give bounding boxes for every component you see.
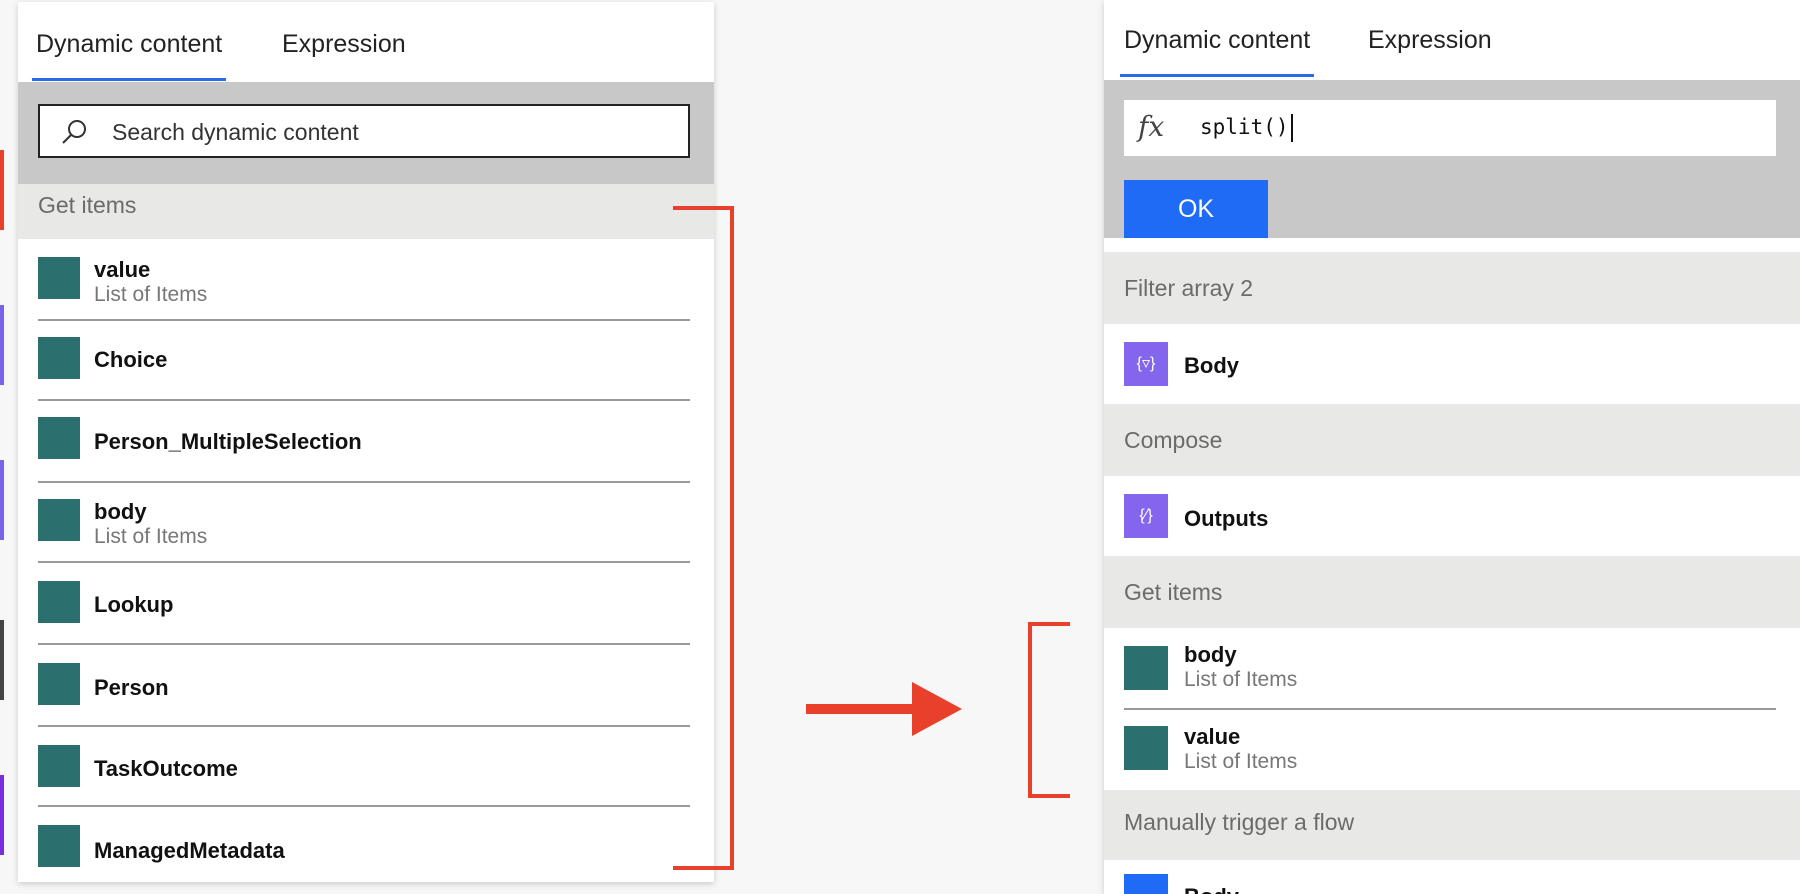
annotation-bracket-bottom [673,866,733,870]
list-item[interactable]: value List of Items [1124,710,1776,790]
active-tab-indicator [32,78,227,81]
list-item[interactable]: Person_MultipleSelection [38,399,690,483]
ok-button[interactable]: OK [1124,180,1268,238]
sharepoint-icon [38,499,80,541]
tab-expression[interactable]: Expression [282,30,406,59]
manual-trigger-icon [1124,874,1168,894]
tab-dynamic-content[interactable]: Dynamic content [32,30,227,81]
item-title: body [1184,642,1237,667]
annotation-bracket-top [673,206,733,210]
text-cursor [1290,114,1293,142]
item-title: body [94,499,147,524]
item-subtitle: List of Items [1184,668,1298,691]
sharepoint-icon [38,581,80,623]
active-tab-indicator [1120,74,1315,77]
group-header-get-items: Get items [1104,556,1800,628]
list-item[interactable]: Choice [38,319,690,401]
filter-array-icon: {▿} [1124,342,1168,386]
tab-dynamic-content[interactable]: Dynamic content [1120,26,1315,77]
group-header-get-items: Get items [18,184,714,239]
item-title: value [94,257,151,282]
list-item[interactable]: TaskOutcome [38,725,690,807]
sharepoint-icon [1124,726,1168,770]
page-edge-fragment [0,620,4,700]
list-item[interactable]: value List of Items [38,239,690,321]
item-title: Body [1184,884,1239,894]
item-title: Person [94,675,169,700]
item-title: TaskOutcome [94,756,238,781]
search-box[interactable] [38,104,690,158]
page-edge-fragment [0,460,4,540]
expression-input[interactable]: split() [1200,114,1293,142]
item-title: Person_MultipleSelection [94,429,362,454]
item-title: Lookup [94,592,174,617]
item-title: ManagedMetadata [94,838,285,863]
dynamic-content-panel-right: Dynamic content Expression fx split() OK… [1104,0,1800,894]
tab-bar: Dynamic content Expression [18,2,714,82]
sharepoint-icon [38,417,80,459]
sharepoint-icon [38,825,80,867]
list-item[interactable]: {⁄} Outputs [1104,476,1800,556]
item-subtitle: List of Items [94,525,208,548]
dynamic-content-panel-left: Dynamic content Expression Get items val… [18,2,714,882]
sharepoint-icon [38,663,80,705]
item-subtitle: List of Items [94,283,208,306]
item-title: Outputs [1184,506,1269,531]
group-header-manually-trigger: Manually trigger a flow [1104,790,1800,860]
list-item[interactable]: Person [38,643,690,727]
group-header-filter-array-2: Filter array 2 [1104,252,1800,324]
group-header-compose: Compose [1104,404,1800,476]
item-title: Choice [94,347,168,372]
annotation-arrow [806,682,966,741]
item-title: Body [1184,353,1239,378]
list-item[interactable]: Body [1104,860,1800,894]
annotation-bracket-side [730,206,734,870]
search-area [18,82,714,184]
sharepoint-icon [38,337,80,379]
sharepoint-icon [38,257,80,299]
list-item[interactable]: {▿} Body [1104,324,1800,404]
item-subtitle: List of Items [1184,750,1298,773]
sharepoint-icon [38,745,80,787]
list-item[interactable]: ManagedMetadata [38,805,690,882]
annotation-bracket-top [1028,622,1070,626]
list-item[interactable]: body List of Items [38,481,690,563]
page-edge-fragment [0,150,4,230]
annotation-bracket-side [1028,622,1032,798]
item-title: value [1184,724,1241,749]
tab-bar: Dynamic content Expression [1104,0,1800,80]
sharepoint-icon [1124,646,1168,690]
fx-icon: fx [1138,110,1165,143]
list-item[interactable]: Lookup [38,561,690,645]
annotation-bracket-bottom [1028,794,1070,798]
tab-expression[interactable]: Expression [1368,26,1492,55]
compose-icon: {⁄} [1124,494,1168,538]
expression-input-box[interactable]: fx split() [1124,100,1776,156]
search-input[interactable] [110,114,674,150]
expression-area: fx split() OK [1104,80,1800,238]
page-edge-fragment [0,305,4,385]
page-edge-fragment [0,775,4,855]
search-icon [60,118,88,151]
list-item[interactable]: body List of Items [1124,628,1776,710]
